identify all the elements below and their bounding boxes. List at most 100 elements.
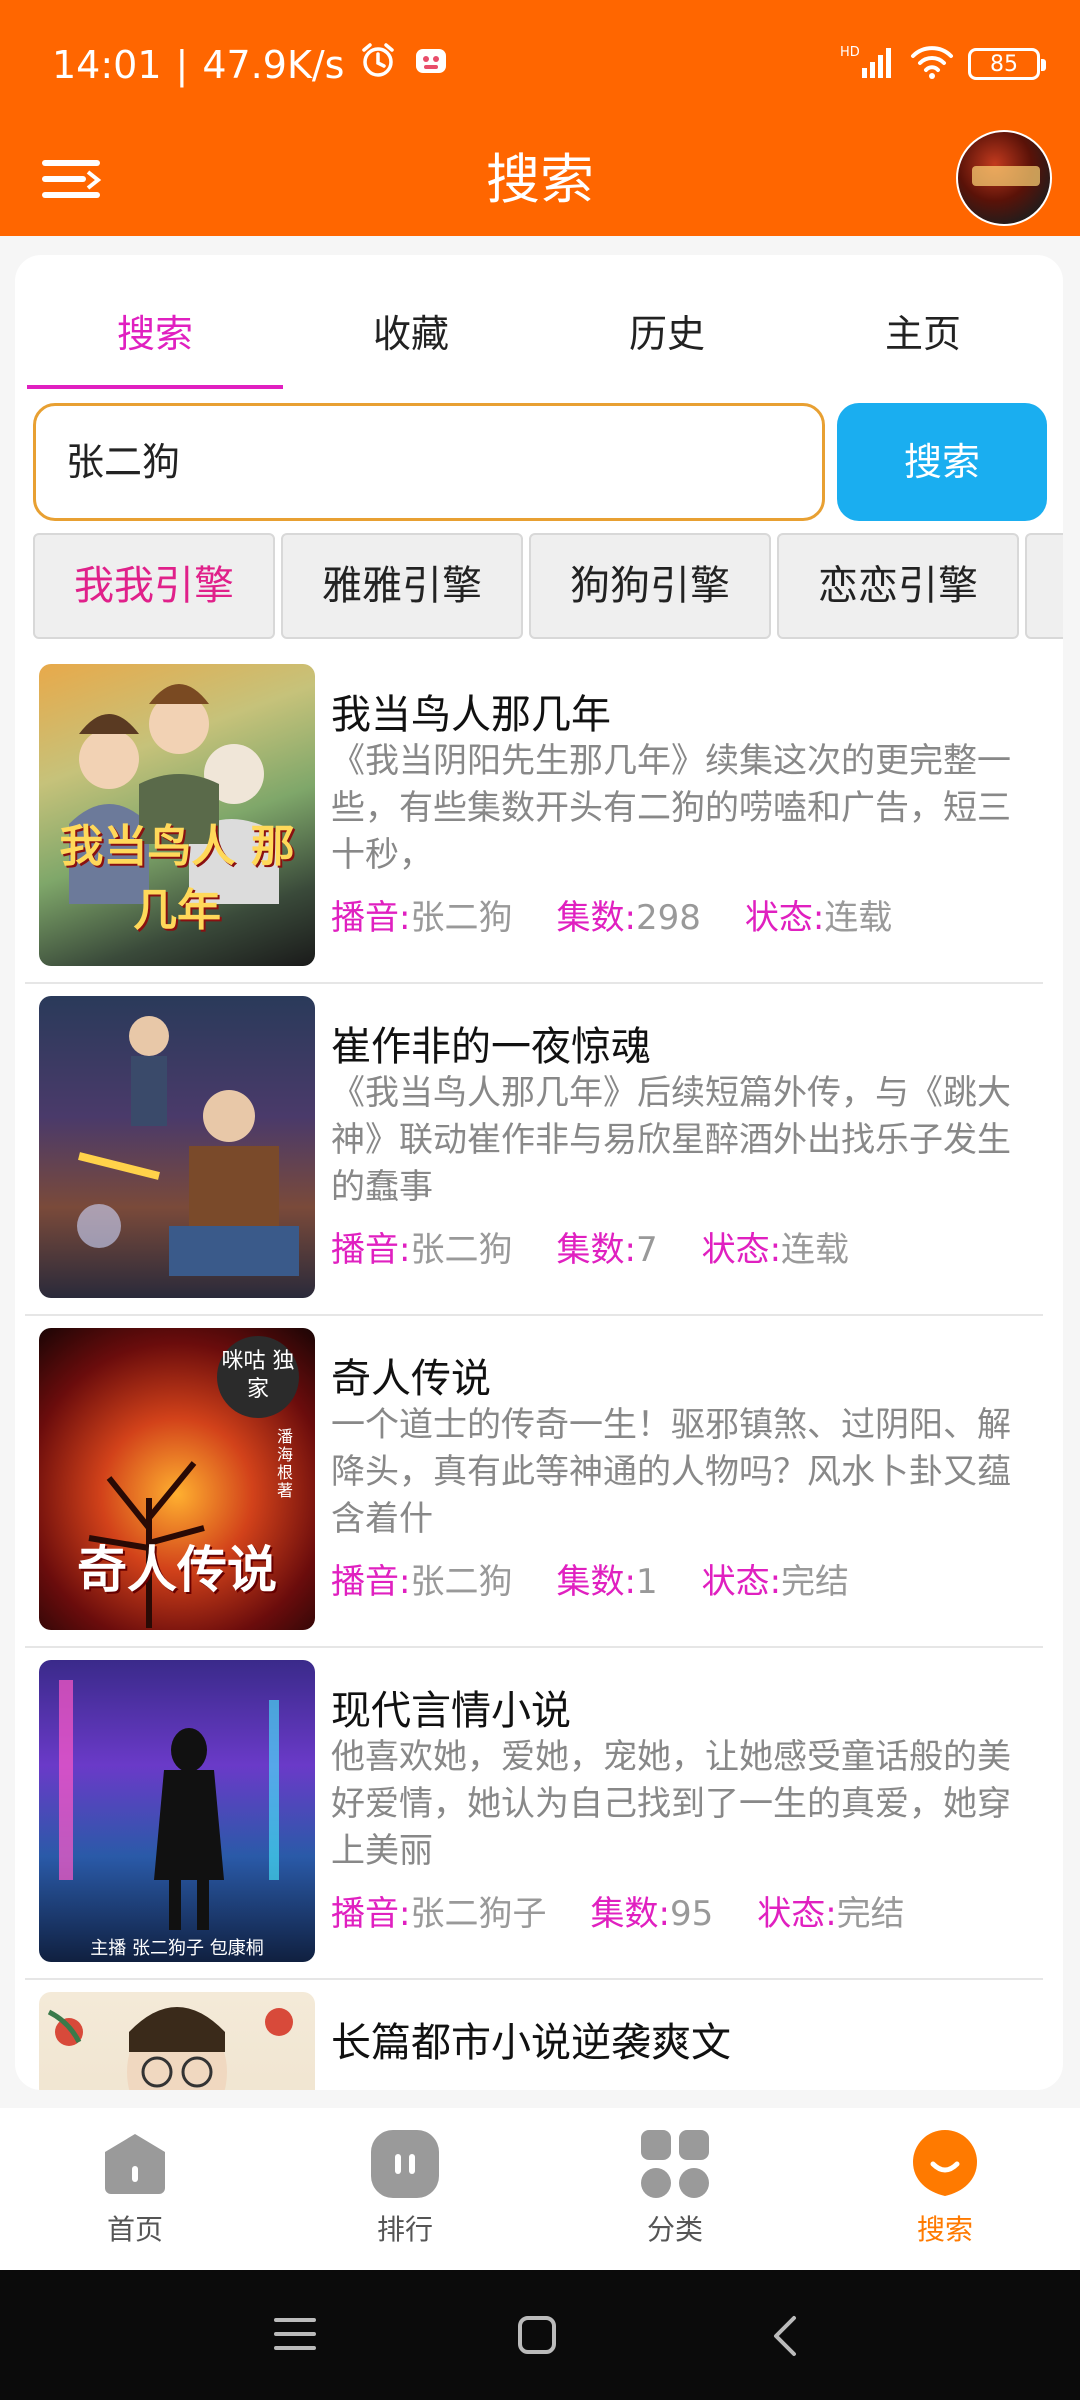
cover-badge: 咪咕 独家	[217, 1336, 299, 1418]
app-notification-icon	[412, 41, 450, 88]
status-label: 状态:	[744, 898, 825, 938]
nav-search[interactable]: 搜索	[810, 2128, 1080, 2248]
book-meta: 播音:张二狗子 集数:95 状态:完结	[331, 1886, 905, 1935]
episodes-value: 1	[635, 1562, 658, 1602]
book-cover: 主播 张二狗子 包康桐	[39, 1660, 315, 1962]
book-title: 我当鸟人那几年	[331, 692, 611, 738]
book-meta: 播音:张二狗 集数:1 状态:完结	[331, 1554, 849, 1603]
episodes-value: 7	[635, 1230, 658, 1270]
book-cover: 咪咕 独家 潘海根 著 奇人传说	[39, 1328, 315, 1630]
tab-favorites[interactable]: 收藏	[283, 303, 539, 358]
narrator-value: 张二狗子	[410, 1894, 547, 1934]
status-label: 状态:	[701, 1230, 782, 1270]
alarm-icon	[358, 40, 398, 89]
engine-lianlian[interactable]: 恋恋引擎	[777, 533, 1019, 639]
status-bar: 14:01 | 47.9K/s HD 85	[0, 0, 1080, 128]
episodes-label: 集数:	[556, 898, 636, 938]
book-cover	[39, 1992, 315, 2090]
episodes-value: 298	[635, 898, 701, 938]
narrator-label: 播音:	[331, 1894, 411, 1934]
status-label: 状态:	[757, 1894, 837, 1934]
header: 14:01 | 47.9K/s HD 85 搜索	[0, 0, 1080, 236]
status-value: 完结	[836, 1894, 905, 1934]
status-label: 状态:	[701, 1562, 782, 1602]
book-title: 崔作非的一夜惊魂	[331, 1024, 651, 1070]
tab-history[interactable]: 历史	[539, 303, 795, 358]
search-input[interactable]: 张二狗	[33, 403, 825, 521]
episodes-value: 95	[669, 1894, 714, 1934]
avatar[interactable]	[956, 130, 1052, 226]
list-item[interactable]: 主播 张二狗子 包康桐 现代言情小说 他喜欢她，爱她，宠她，让她感受童话般的美好…	[25, 1648, 1063, 1980]
search-button[interactable]: 搜索	[837, 403, 1047, 521]
cover-caption: 主播 张二狗子 包康桐	[90, 1938, 264, 1959]
nav-search-label: 搜索	[916, 2213, 973, 2246]
engine-yaya[interactable]: 雅雅引擎	[281, 533, 523, 639]
nav-rank-label: 排行	[376, 2213, 433, 2246]
book-description: 《我当鸟人那几年》后续短篇外传，与《跳大神》联动崔作非与易欣星醉酒外出找乐子发生…	[331, 1073, 1011, 1207]
tab-search[interactable]: 搜索	[27, 303, 283, 358]
status-separator: |	[175, 42, 189, 87]
content-card: 搜索 收藏 历史 主页 张二狗 搜索 我我引擎 雅雅引擎 狗狗引擎 恋恋引擎 我…	[15, 255, 1063, 2090]
tab-home[interactable]: 主页	[795, 303, 1051, 358]
category-icon	[639, 2128, 711, 2200]
battery-level: 85	[990, 51, 1018, 77]
home-icon	[99, 2128, 171, 2200]
list-item[interactable]: 咪咕 独家 潘海根 著 奇人传说 奇人传说 一个道士的传奇一生！驱邪镇煞、过阴阳…	[25, 1316, 1063, 1648]
page-title: 搜索	[486, 148, 594, 211]
nav-home[interactable]: 首页	[0, 2128, 270, 2248]
book-description: 《我当阴阳先生那几年》续集这次的更完整一些，有些集数开头有二狗的唠嗑和广告，短三…	[331, 741, 1011, 875]
status-left: 14:01 | 47.9K/s	[52, 40, 450, 89]
status-value: 完结	[781, 1562, 850, 1602]
narrator-value: 张二狗	[410, 1562, 513, 1602]
nav-home-label: 首页	[106, 2213, 163, 2246]
hd-signal-icon: HD	[840, 42, 896, 86]
status-value: 连载	[781, 1230, 850, 1270]
engine-gougou[interactable]: 狗狗引擎	[529, 533, 771, 639]
book-description: 他喜欢她，爱她，宠她，让她感受童话般的美好爱情，她认为自己找到了一生的真爱，她穿…	[331, 1737, 1011, 1871]
cover-title: 我当鸟人 那几年	[59, 821, 295, 936]
engine-woowo[interactable]: 我我引擎	[33, 533, 275, 639]
battery-icon: 85	[968, 48, 1046, 80]
book-description: 一个道士的传奇一生！驱邪镇煞、过阴阳、解降头，真有此等神通的人物吗？风水卜卦又蕴…	[331, 1405, 1011, 1539]
recents-icon[interactable]	[272, 2314, 322, 2358]
narrator-label: 播音:	[331, 898, 411, 938]
tab-bar: 搜索 收藏 历史 主页	[15, 255, 1063, 391]
list-item[interactable]: 崔作非的一夜惊魂 《我当鸟人那几年》后续短篇外传，与《跳大神》联动崔作非与易欣星…	[25, 984, 1063, 1316]
list-item[interactable]: 长篇都市小说逆袭爽文	[25, 1980, 1063, 2090]
status-net-speed: 47.9K/s	[202, 42, 345, 87]
cover-author: 潘海根 著	[277, 1427, 294, 1500]
book-cover	[39, 996, 315, 1298]
home-button-icon[interactable]	[516, 2314, 566, 2358]
search-nav-icon	[909, 2128, 981, 2200]
nav-rank[interactable]: 排行	[270, 2128, 540, 2248]
bottom-nav: 首页 排行 分类 搜索	[0, 2108, 1080, 2270]
book-title: 现代言情小说	[331, 1688, 571, 1734]
narrator-value: 张二狗	[410, 898, 513, 938]
status-right: HD 85	[840, 42, 1046, 86]
book-meta: 播音:张二狗 集数:7 状态:连载	[331, 1222, 849, 1271]
svg-text:HD: HD	[840, 45, 860, 60]
nav-category-label: 分类	[646, 2213, 703, 2246]
engine-more[interactable]	[1025, 533, 1063, 639]
book-cover: 我当鸟人 那几年	[39, 664, 315, 966]
back-icon[interactable]	[766, 2314, 816, 2358]
episodes-label: 集数:	[556, 1230, 636, 1270]
cover-title: 奇人传说	[77, 1541, 277, 1599]
active-tab-indicator	[27, 385, 283, 389]
book-meta: 播音:张二狗 集数:298 状态:连载	[331, 890, 892, 939]
book-title: 长篇都市小说逆袭爽文	[331, 2020, 731, 2066]
system-nav-bar	[0, 2270, 1080, 2400]
episodes-label: 集数:	[556, 1562, 636, 1602]
book-title: 奇人传说	[331, 1356, 491, 1402]
episodes-label: 集数:	[590, 1894, 670, 1934]
status-value: 连载	[824, 898, 893, 938]
app-bar: 搜索	[0, 128, 1080, 236]
list-item[interactable]: 我当鸟人 那几年 我当鸟人那几年 《我当阴阳先生那几年》续集这次的更完整一些，有…	[25, 652, 1063, 984]
nav-category[interactable]: 分类	[540, 2128, 810, 2248]
rank-icon	[369, 2128, 441, 2200]
narrator-value: 张二狗	[410, 1230, 513, 1270]
engine-selector: 我我引擎 雅雅引擎 狗狗引擎 恋恋引擎	[33, 533, 1063, 641]
wifi-icon	[910, 44, 954, 84]
status-time: 14:01	[52, 42, 162, 87]
narrator-label: 播音:	[331, 1562, 411, 1602]
